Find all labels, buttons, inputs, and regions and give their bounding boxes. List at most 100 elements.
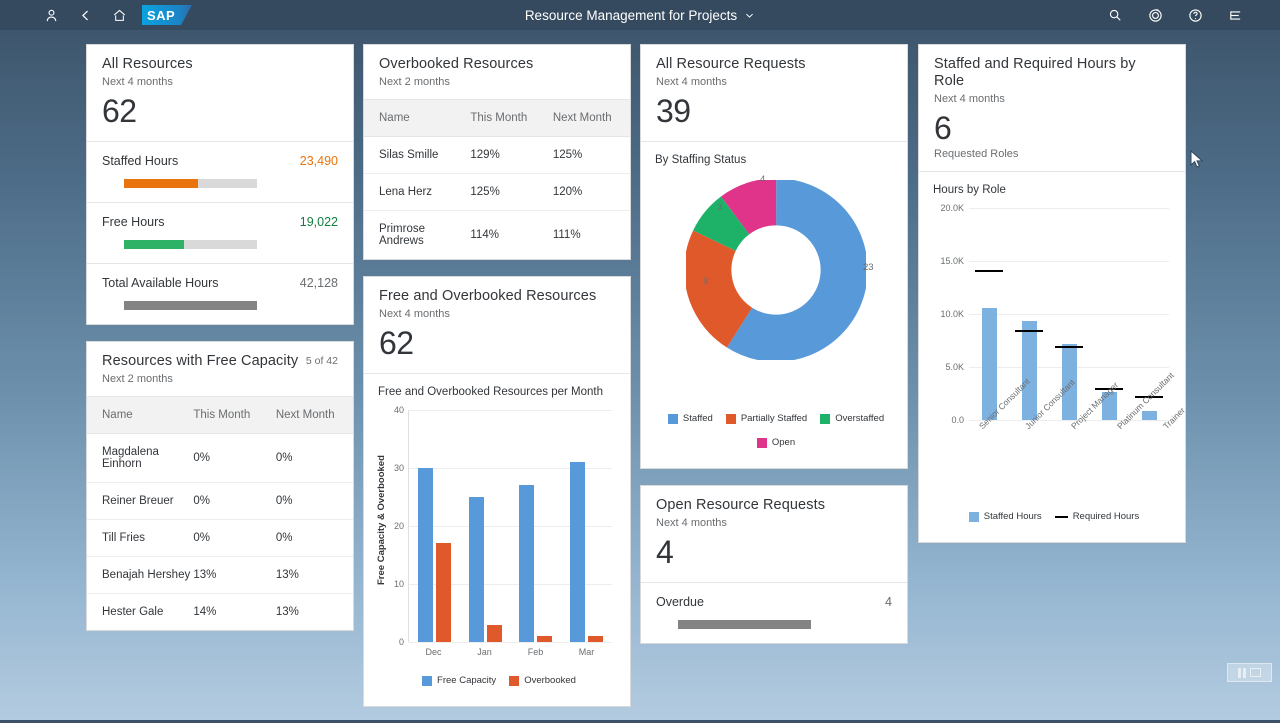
card-open-resource-requests[interactable]: Open Resource Requests Next 4 months 4 O… (640, 485, 908, 644)
bar-series-group (409, 410, 612, 642)
user-icon[interactable] (34, 0, 68, 30)
sap-logo[interactable]: SAP (142, 5, 192, 25)
kpi-value: 62 (379, 325, 414, 361)
numeric-row-overdue[interactable]: Overdue 4 (641, 583, 907, 643)
bar-overbooked[interactable] (486, 625, 502, 642)
back-chevron-icon[interactable] (68, 0, 102, 30)
cell-name: Hester Gale (102, 606, 164, 618)
pause-icon[interactable] (1238, 667, 1246, 678)
card-free-and-overbooked-resources[interactable]: Free and Overbooked Resources Next 4 mon… (363, 276, 631, 707)
bar-group-dec[interactable] (417, 410, 451, 642)
chevron-down-icon[interactable] (744, 10, 755, 21)
numeric-row-free-hours[interactable]: Free Hours 19,022 (87, 202, 353, 263)
table-row[interactable]: Lena Herz 125% 120% (364, 173, 630, 211)
y-tick-label: 10.0K (940, 309, 964, 319)
marker-required-hours[interactable] (1055, 346, 1083, 348)
table-row[interactable]: Hester Gale 14% 13% (87, 594, 353, 631)
cell-this-month: 0% (193, 433, 276, 483)
bar-overbooked[interactable] (537, 636, 553, 642)
bar-staffed-hours[interactable] (981, 308, 997, 420)
bar-overbooked[interactable] (435, 543, 451, 642)
legend-swatch (968, 511, 979, 522)
bar-free-capacity[interactable] (417, 468, 433, 642)
table-row[interactable]: Primrose Andrews 114% 111% (364, 211, 630, 260)
card-all-resource-requests[interactable]: All Resource Requests Next 4 months 39 B… (640, 44, 908, 469)
free-overbooked-bar-chart[interactable]: Free Capacity & Overbooked 40 30 20 10 0… (376, 404, 620, 666)
table-row[interactable]: Benajah Hershey 13% 13% (87, 556, 353, 594)
bar-free-capacity[interactable] (519, 485, 535, 642)
kpi-value: 6 (934, 110, 952, 146)
cell-name: Magdalena Einhorn (87, 433, 194, 483)
menu-icon[interactable] (1218, 0, 1252, 30)
legend-item-staffed-hours[interactable]: Staffed Hours (968, 511, 1042, 522)
table-row[interactable]: Till Fries 0% 0% (87, 519, 353, 557)
card-header: Staffed and Required Hours by Role Next … (919, 45, 1185, 171)
table-header-row: Name This Month Next Month (87, 396, 353, 434)
marker-required-hours[interactable] (975, 270, 1003, 272)
board-column-4: Staffed and Required Hours by Role Next … (918, 44, 1186, 559)
copilot-icon[interactable] (1138, 0, 1172, 30)
y-tick-label: 10 (393, 579, 404, 589)
legend-item-free-capacity[interactable]: Free Capacity (422, 675, 496, 686)
bar-staffed-hours[interactable] (1021, 321, 1037, 420)
shell-title: Resource Management for Projects (0, 8, 1280, 23)
progress-track (124, 179, 257, 188)
table-row[interactable]: Magdalena Einhorn 0% 0% (87, 433, 353, 483)
bar-free-capacity[interactable] (468, 497, 484, 642)
legend-item-overbooked[interactable]: Overbooked (509, 675, 576, 686)
bar-staffed-hours[interactable] (1141, 411, 1157, 420)
donut-slice-open[interactable] (686, 180, 866, 360)
row-value: 4 (885, 595, 892, 609)
bar-group-feb[interactable] (519, 410, 553, 642)
bar-group-mar[interactable] (570, 410, 604, 642)
screen-icon[interactable] (1250, 668, 1261, 677)
screen-recorder-widget[interactable] (1227, 663, 1272, 682)
bar-overbooked[interactable] (588, 636, 604, 642)
card-resources-with-free-capacity[interactable]: Resources with Free Capacity Next 2 mont… (86, 341, 354, 631)
legend-item-partially-staffed[interactable]: Partially Staffed (725, 413, 807, 424)
chart-section: Hours by Role 20.0K 15.0K 10.0K 5.0K 0.0… (919, 172, 1185, 542)
legend-item-overstaffed[interactable]: Overstaffed (820, 413, 884, 424)
x-tick-label: Dec (425, 647, 442, 657)
shell-bar-left: SAP (0, 0, 192, 30)
card-staffed-and-required-hours-by-role[interactable]: Staffed and Required Hours by Role Next … (918, 44, 1186, 543)
row-value: 19,022 (299, 215, 338, 229)
help-icon[interactable] (1178, 0, 1212, 30)
hours-by-role-chart[interactable]: 20.0K 15.0K 10.0K 5.0K 0.0 Senior Consul… (933, 202, 1185, 502)
chart-legend: Staffed Partially Staffed Overstaffed Op… (655, 404, 897, 458)
row-value: 23,490 (299, 154, 338, 168)
column-header-next-month: Next Month (275, 396, 353, 434)
table-row[interactable]: Silas Smille 129% 125% (364, 136, 630, 174)
cell-name: Till Fries (87, 519, 194, 557)
chart-title: Hours by Role (933, 184, 1006, 196)
card-all-resources[interactable]: All Resources Next 4 months 62 Staffed H… (86, 44, 354, 325)
bar-group-senior-consultant[interactable] (970, 208, 1008, 420)
legend-label: Free Capacity (437, 675, 497, 686)
table-row[interactable]: Reiner Breuer 0% 0% (87, 482, 353, 520)
home-icon[interactable] (102, 0, 136, 30)
bar-group-jan[interactable] (468, 410, 502, 642)
y-tick-label: 0 (398, 637, 404, 647)
chart-title: Free and Overbooked Resources per Month (378, 386, 604, 398)
marker-required-hours[interactable] (1015, 330, 1043, 332)
legend-item-open[interactable]: Open (756, 437, 795, 448)
card-header: Open Resource Requests Next 4 months 4 (641, 486, 907, 582)
sap-logo-text: SAP (147, 7, 176, 23)
shell-bar: SAP Resource Management for Projects (0, 0, 1280, 30)
row-top: Free Hours 19,022 (102, 215, 338, 229)
legend-swatch (756, 437, 767, 448)
legend-item-required-hours[interactable]: Required Hours (1054, 511, 1139, 522)
board-column-1: All Resources Next 4 months 62 Staffed H… (86, 44, 354, 647)
staffing-status-donut-chart[interactable]: 23 9 3 4 (655, 172, 897, 404)
card-header: All Resource Requests Next 4 months 39 (641, 45, 907, 141)
bar-free-capacity[interactable] (570, 462, 586, 642)
app-title[interactable]: Resource Management for Projects (525, 8, 737, 23)
card-overbooked-resources[interactable]: Overbooked Resources Next 2 months Name … (363, 44, 631, 260)
kpi-value: 62 (102, 93, 137, 129)
search-icon[interactable] (1098, 0, 1132, 30)
legend-item-staffed[interactable]: Staffed (667, 413, 713, 424)
card-title: Staffed and Required Hours by Role (934, 56, 1136, 89)
card-header: All Resources Next 4 months 62 (87, 45, 353, 141)
numeric-row-staffed-hours[interactable]: Staffed Hours 23,490 (87, 142, 353, 202)
numeric-row-total-available-hours[interactable]: Total Available Hours 42,128 (87, 263, 353, 324)
